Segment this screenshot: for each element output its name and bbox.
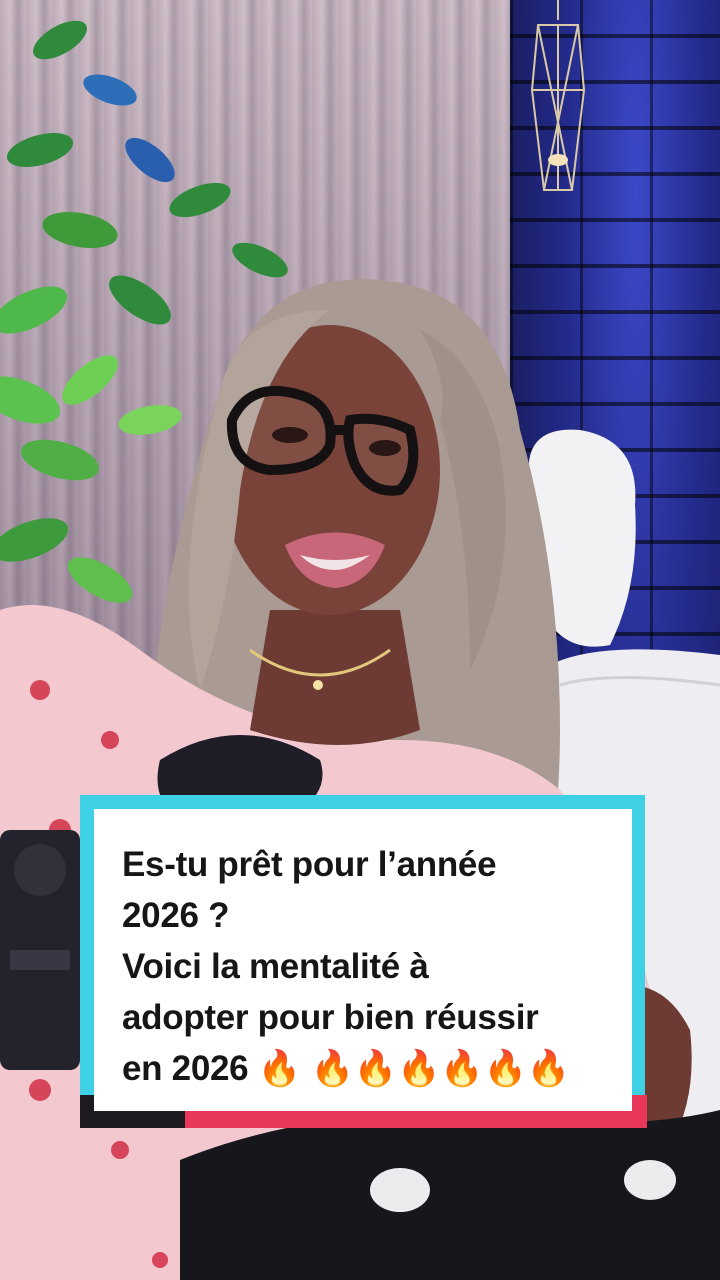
geometric-lantern [530,0,586,191]
caption-line: en 2026 🔥 🔥🔥🔥🔥🔥🔥 [122,1049,571,1088]
caption-line: Voici la mentalité à [122,947,429,986]
video-frame: Es-tu prêt pour l’année 2026 ? Voici la … [0,0,720,1280]
caption-box: Es-tu prêt pour l’année 2026 ? Voici la … [80,795,647,1128]
caption-line: 2026 ? [122,896,230,935]
caption-card: Es-tu prêt pour l’année 2026 ? Voici la … [94,809,632,1111]
caption-line: Es-tu prêt pour l’année [122,845,497,884]
caption-line: adopter pour bien réussir [122,998,539,1037]
caption-text: Es-tu prêt pour l’année 2026 ? Voici la … [122,839,612,1094]
